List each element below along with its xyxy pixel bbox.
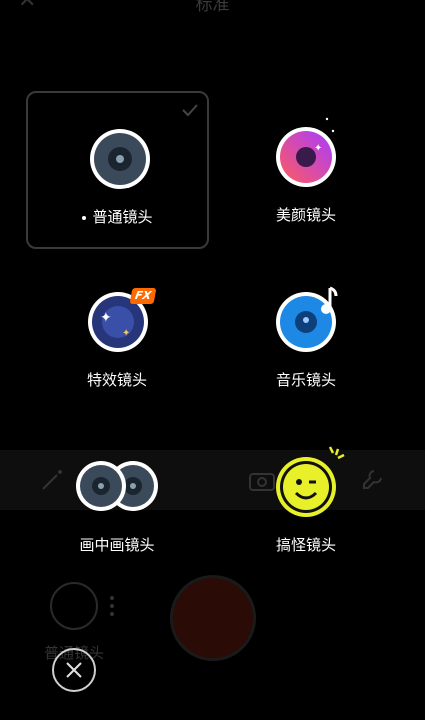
lens-selector-panel: 普通镜头 ✦ 美颜镜头 ✦ ✦ FX 特效镜头 音乐镜头 画中画镜头 搞怪镜头 — [0, 0, 425, 720]
lens-label-effects: 特效镜头 — [86, 371, 147, 389]
selected-bullet — [82, 215, 87, 220]
lens-label-normal: 普通镜头 — [92, 208, 153, 226]
pip-lens-icon — [76, 461, 158, 511]
lens-option-effects[interactable]: ✦ ✦ FX 特效镜头 — [27, 256, 207, 406]
checkmark-icon — [182, 104, 198, 117]
lens-label-beauty: 美颜镜头 — [275, 206, 336, 224]
burst-lines-icon — [328, 446, 345, 460]
lens-label-funny: 搞怪镜头 — [275, 536, 336, 554]
music-note-icon — [321, 286, 338, 314]
sparkle-icon — [325, 117, 335, 133]
close-icon — [66, 662, 82, 678]
close-button[interactable] — [52, 648, 96, 692]
svg-text:✦: ✦ — [314, 143, 322, 154]
lens-label-pip: 画中画镜头 — [79, 536, 155, 554]
lens-option-pip[interactable]: 画中画镜头 — [27, 421, 207, 571]
lens-option-music[interactable]: 音乐镜头 — [216, 256, 396, 406]
lens-label-music: 音乐镜头 — [275, 371, 336, 389]
lens-option-funny[interactable]: 搞怪镜头 — [216, 421, 396, 571]
fx-badge: FX — [129, 288, 157, 304]
lens-option-normal[interactable]: 普通镜头 — [26, 91, 209, 249]
svg-text:✦: ✦ — [122, 328, 130, 339]
svg-text:✦: ✦ — [100, 310, 112, 326]
lens-option-beauty[interactable]: ✦ 美颜镜头 — [216, 91, 396, 241]
normal-lens-icon — [90, 129, 150, 189]
